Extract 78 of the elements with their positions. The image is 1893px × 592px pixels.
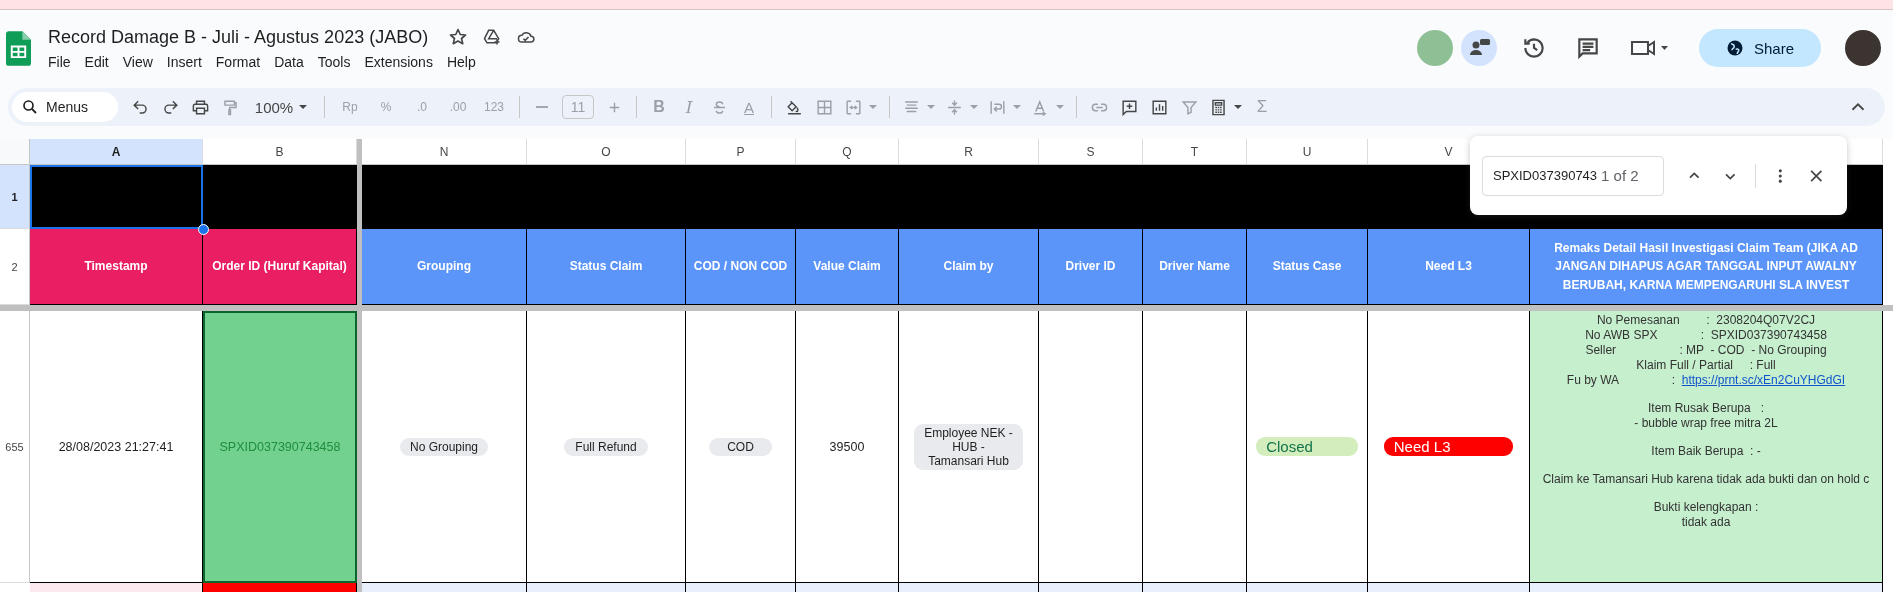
menu-item[interactable]: Data (267, 53, 311, 70)
column-header[interactable]: N (362, 139, 527, 165)
row-header[interactable]: 1 (0, 165, 30, 229)
column-header[interactable]: B (203, 139, 357, 165)
borders-icon (814, 97, 834, 117)
menu-item[interactable]: Help (439, 53, 483, 70)
print-icon (190, 97, 210, 117)
column-header[interactable]: T (1143, 139, 1247, 165)
caret-icon (1056, 104, 1064, 110)
note-text: Claim ke Tamansari Hub karena tidak ada bukti dan on hold c (1542, 472, 1870, 487)
column-heading: Timestamp (30, 229, 203, 305)
column-header[interactable]: U (1247, 139, 1368, 165)
caret-icon (299, 104, 308, 110)
caret-icon (1234, 104, 1242, 110)
menu-item[interactable]: Format (208, 53, 268, 70)
caret-icon (869, 104, 877, 110)
caret-icon (927, 104, 935, 110)
column-header[interactable]: R (899, 139, 1039, 165)
row-header[interactable]: 2 (0, 229, 30, 305)
note-text: No Pemesanan : 2308204Q07V2CJ No AWB SPX : SPXID037390743458 Seller : MP - COD - No Grouping Klaim Full / Partial : Full Fu by WA : https://prnt.sc/xEn2CuYHGdGI (1566, 313, 1846, 388)
column-header[interactable]: A (30, 139, 203, 165)
drive-add-icon[interactable] (482, 27, 503, 47)
column-heading: Driver ID (1039, 229, 1143, 305)
globe-icon (1726, 39, 1744, 57)
table-cell: 28/08/2023 21:27:41 (30, 311, 203, 583)
star-icon[interactable] (448, 27, 469, 47)
table-cell: SPXID037390743458 (203, 311, 357, 583)
add-comment-icon (1119, 97, 1139, 117)
zoom-button[interactable]: 100% (246, 93, 316, 121)
document-title[interactable]: Record Damage B - Juli - Agustus 2023 (JABO) (48, 26, 429, 48)
insert-chart-icon (1149, 97, 1169, 117)
caret-icon (970, 104, 978, 110)
column-header[interactable]: O (527, 139, 686, 165)
column-heading: Driver Name (1143, 229, 1247, 305)
menu-item[interactable]: Edit (77, 53, 116, 70)
column-header[interactable]: P (686, 139, 796, 165)
share-button[interactable]: Share (1699, 29, 1821, 67)
dropdown-value[interactable]: Employee NEK - HUB - Tamansari Hub (914, 423, 1023, 470)
match-count: 1 of 2 (1601, 167, 1639, 184)
menu-search-field[interactable]: Menus (12, 92, 118, 122)
column-heading: Status Case (1247, 229, 1368, 305)
dropdown-value[interactable]: COD (708, 437, 773, 456)
column-heading: COD / NON COD (686, 229, 796, 305)
row-header[interactable]: 655 (0, 311, 30, 583)
menu-item[interactable]: Extensions (357, 53, 440, 70)
link[interactable]: https://prnt.sc/xEn2CuYHGdGI (1681, 373, 1846, 387)
sheets-logo-icon[interactable] (6, 30, 31, 66)
menu-item[interactable]: Tools (310, 53, 358, 70)
column-heading: Grouping (362, 229, 527, 305)
status-dropdown[interactable]: Closed (1256, 437, 1358, 456)
status-dropdown[interactable]: Need L3 (1383, 437, 1514, 456)
menu-item[interactable]: View (115, 53, 160, 70)
menu-item[interactable]: File (48, 53, 78, 70)
column-heading: Need L3 (1368, 229, 1530, 305)
table-cell: 39500 (796, 311, 899, 583)
vertical-align-icon (945, 97, 964, 117)
dropdown-value[interactable]: No Grouping (399, 437, 488, 456)
column-heading: Value Claim (796, 229, 899, 305)
profile-avatar[interactable] (1845, 30, 1881, 66)
column-header[interactable]: S (1039, 139, 1143, 165)
column-heading: Order ID (Huruf Kapital) (203, 229, 357, 305)
find-field[interactable]: SPXID037390743 1 of 2 (1482, 155, 1664, 196)
column-heading: Remaks Detail Hasil Investigasi Claim Team (JIKA AD JANGAN DIHAPUS AGAR TANGGAL INPUT AWALNY BERUBAH, KARNA MEMPENGARUHI SLA INVEST (1530, 229, 1883, 305)
history-icon[interactable] (1521, 35, 1547, 61)
search-icon (21, 98, 39, 116)
merge-cells-icon (844, 97, 863, 117)
filter-views-icon (1209, 97, 1228, 117)
column-heading: Status Claim (527, 229, 686, 305)
dropdown-value[interactable]: Full Refund (564, 437, 648, 456)
column-header[interactable]: Q (796, 139, 899, 165)
column-heading: Claim by (899, 229, 1039, 305)
menu-item[interactable]: Insert (159, 53, 209, 70)
person-chat-icon[interactable] (1461, 30, 1497, 66)
note-text: Bukti kelengkapan : tidak ada (1653, 500, 1759, 530)
caret-icon (1013, 104, 1021, 110)
note-text: Item Baik Berupa : - (1651, 444, 1761, 459)
comment-icon[interactable] (1575, 35, 1601, 61)
note-text: Item Rusak Berupa : - bubble wrap free mitra 2L (1634, 401, 1778, 431)
